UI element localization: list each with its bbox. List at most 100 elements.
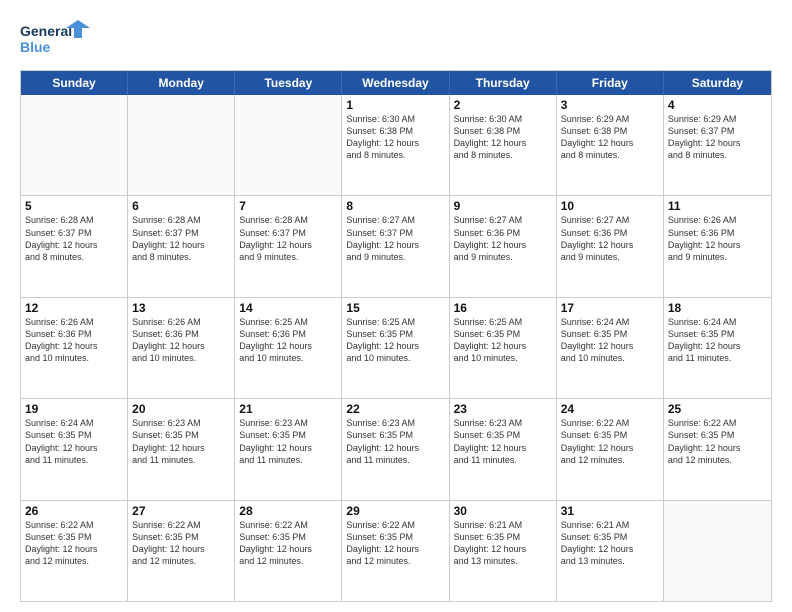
day-info: Sunrise: 6:23 AM Sunset: 6:35 PM Dayligh… <box>454 417 552 466</box>
calendar-day-cell: 12Sunrise: 6:26 AM Sunset: 6:36 PM Dayli… <box>21 298 128 398</box>
day-info: Sunrise: 6:23 AM Sunset: 6:35 PM Dayligh… <box>239 417 337 466</box>
calendar-day-cell: 13Sunrise: 6:26 AM Sunset: 6:36 PM Dayli… <box>128 298 235 398</box>
day-number: 30 <box>454 504 552 518</box>
day-number: 6 <box>132 199 230 213</box>
calendar-day-cell: 24Sunrise: 6:22 AM Sunset: 6:35 PM Dayli… <box>557 399 664 499</box>
calendar-day-cell: 9Sunrise: 6:27 AM Sunset: 6:36 PM Daylig… <box>450 196 557 296</box>
day-number: 27 <box>132 504 230 518</box>
calendar-row: 19Sunrise: 6:24 AM Sunset: 6:35 PM Dayli… <box>21 399 771 500</box>
calendar-day-cell: 1Sunrise: 6:30 AM Sunset: 6:38 PM Daylig… <box>342 95 449 195</box>
day-number: 25 <box>668 402 767 416</box>
calendar-day-cell: 28Sunrise: 6:22 AM Sunset: 6:35 PM Dayli… <box>235 501 342 601</box>
calendar-empty-cell <box>128 95 235 195</box>
day-info: Sunrise: 6:25 AM Sunset: 6:35 PM Dayligh… <box>454 316 552 365</box>
svg-text:General: General <box>20 23 72 39</box>
calendar-day-cell: 4Sunrise: 6:29 AM Sunset: 6:37 PM Daylig… <box>664 95 771 195</box>
day-info: Sunrise: 6:27 AM Sunset: 6:36 PM Dayligh… <box>561 214 659 263</box>
day-number: 1 <box>346 98 444 112</box>
day-number: 17 <box>561 301 659 315</box>
weekday-header: Friday <box>557 71 664 95</box>
weekday-header: Monday <box>128 71 235 95</box>
calendar-empty-cell <box>235 95 342 195</box>
calendar-day-cell: 19Sunrise: 6:24 AM Sunset: 6:35 PM Dayli… <box>21 399 128 499</box>
day-info: Sunrise: 6:25 AM Sunset: 6:36 PM Dayligh… <box>239 316 337 365</box>
day-number: 3 <box>561 98 659 112</box>
calendar-body: 1 Sunrise: 6:30 AM Sunset: 6:38 PM Daylig… <box>21 95 771 601</box>
day-number: 15 <box>346 301 444 315</box>
day-number: 26 <box>25 504 123 518</box>
day-info: Sunrise: 6:22 AM Sunset: 6:35 PM Dayligh… <box>668 417 767 466</box>
calendar-day-cell: 3Sunrise: 6:29 AM Sunset: 6:38 PM Daylig… <box>557 95 664 195</box>
day-number: 4 <box>668 98 767 112</box>
calendar-day-cell: 20Sunrise: 6:23 AM Sunset: 6:35 PM Dayli… <box>128 399 235 499</box>
day-info: Sunrise: 6:22 AM Sunset: 6:35 PM Dayligh… <box>346 519 444 568</box>
weekday-header: Sunday <box>21 71 128 95</box>
calendar-row: 26Sunrise: 6:22 AM Sunset: 6:35 PM Dayli… <box>21 501 771 601</box>
day-number: 23 <box>454 402 552 416</box>
calendar-empty-cell <box>21 95 128 195</box>
page: General Blue SundayMondayTuesdayWednesda… <box>0 0 792 612</box>
calendar-day-cell: 14Sunrise: 6:25 AM Sunset: 6:36 PM Dayli… <box>235 298 342 398</box>
day-number: 28 <box>239 504 337 518</box>
calendar-day-cell: 2Sunrise: 6:30 AM Sunset: 6:38 PM Daylig… <box>450 95 557 195</box>
weekday-header: Tuesday <box>235 71 342 95</box>
day-number: 10 <box>561 199 659 213</box>
day-number: 24 <box>561 402 659 416</box>
day-info: Sunrise: 6:26 AM Sunset: 6:36 PM Dayligh… <box>132 316 230 365</box>
day-info: Sunrise: 6:29 AM Sunset: 6:37 PM Dayligh… <box>668 113 767 162</box>
logo-svg: General Blue <box>20 18 90 60</box>
day-info: Sunrise: 6:23 AM Sunset: 6:35 PM Dayligh… <box>132 417 230 466</box>
day-number: 11 <box>668 199 767 213</box>
calendar-day-cell: 15Sunrise: 6:25 AM Sunset: 6:35 PM Dayli… <box>342 298 449 398</box>
calendar-day-cell: 27Sunrise: 6:22 AM Sunset: 6:35 PM Dayli… <box>128 501 235 601</box>
day-info: Sunrise: 6:24 AM Sunset: 6:35 PM Dayligh… <box>668 316 767 365</box>
calendar-day-cell: 6Sunrise: 6:28 AM Sunset: 6:37 PM Daylig… <box>128 196 235 296</box>
day-number: 29 <box>346 504 444 518</box>
day-info: Sunrise: 6:26 AM Sunset: 6:36 PM Dayligh… <box>668 214 767 263</box>
day-info: Sunrise: 6:23 AM Sunset: 6:35 PM Dayligh… <box>346 417 444 466</box>
header: General Blue <box>20 18 772 60</box>
day-info: Sunrise: 6:22 AM Sunset: 6:35 PM Dayligh… <box>561 417 659 466</box>
day-info: Sunrise: 6:24 AM Sunset: 6:35 PM Dayligh… <box>561 316 659 365</box>
day-number: 14 <box>239 301 337 315</box>
calendar-day-cell: 29Sunrise: 6:22 AM Sunset: 6:35 PM Dayli… <box>342 501 449 601</box>
calendar-row: 5Sunrise: 6:28 AM Sunset: 6:37 PM Daylig… <box>21 196 771 297</box>
day-number: 20 <box>132 402 230 416</box>
calendar-day-cell: 21Sunrise: 6:23 AM Sunset: 6:35 PM Dayli… <box>235 399 342 499</box>
calendar-day-cell: 16Sunrise: 6:25 AM Sunset: 6:35 PM Dayli… <box>450 298 557 398</box>
calendar-header: SundayMondayTuesdayWednesdayThursdayFrid… <box>21 71 771 95</box>
day-info: Sunrise: 6:22 AM Sunset: 6:35 PM Dayligh… <box>25 519 123 568</box>
day-number: 8 <box>346 199 444 213</box>
day-info: Sunrise: 6:28 AM Sunset: 6:37 PM Dayligh… <box>25 214 123 263</box>
day-number: 7 <box>239 199 337 213</box>
day-number: 22 <box>346 402 444 416</box>
day-info: Sunrise: 6:28 AM Sunset: 6:37 PM Dayligh… <box>132 214 230 263</box>
weekday-header: Wednesday <box>342 71 449 95</box>
calendar-day-cell: 30Sunrise: 6:21 AM Sunset: 6:35 PM Dayli… <box>450 501 557 601</box>
calendar-day-cell: 31Sunrise: 6:21 AM Sunset: 6:35 PM Dayli… <box>557 501 664 601</box>
day-number: 19 <box>25 402 123 416</box>
day-info: Sunrise: 6:21 AM Sunset: 6:35 PM Dayligh… <box>454 519 552 568</box>
day-info: Sunrise: 6:22 AM Sunset: 6:35 PM Dayligh… <box>132 519 230 568</box>
calendar-day-cell: 8Sunrise: 6:27 AM Sunset: 6:37 PM Daylig… <box>342 196 449 296</box>
day-number: 18 <box>668 301 767 315</box>
day-info: Sunrise: 6:28 AM Sunset: 6:37 PM Dayligh… <box>239 214 337 263</box>
day-info: Sunrise: 6:27 AM Sunset: 6:36 PM Dayligh… <box>454 214 552 263</box>
day-info: Sunrise: 6:30 AM Sunset: 6:38 PM Dayligh… <box>454 113 552 162</box>
day-info: Sunrise: 6:25 AM Sunset: 6:35 PM Dayligh… <box>346 316 444 365</box>
day-info: Sunrise: 6:24 AM Sunset: 6:35 PM Dayligh… <box>25 417 123 466</box>
day-number: 16 <box>454 301 552 315</box>
calendar-day-cell: 17Sunrise: 6:24 AM Sunset: 6:35 PM Dayli… <box>557 298 664 398</box>
calendar-day-cell: 23Sunrise: 6:23 AM Sunset: 6:35 PM Dayli… <box>450 399 557 499</box>
logo: General Blue <box>20 18 90 60</box>
calendar-row: 12Sunrise: 6:26 AM Sunset: 6:36 PM Dayli… <box>21 298 771 399</box>
calendar-day-cell: 18Sunrise: 6:24 AM Sunset: 6:35 PM Dayli… <box>664 298 771 398</box>
day-number: 9 <box>454 199 552 213</box>
day-info: Sunrise: 6:26 AM Sunset: 6:36 PM Dayligh… <box>25 316 123 365</box>
day-number: 12 <box>25 301 123 315</box>
day-info: Sunrise: 6:29 AM Sunset: 6:38 PM Dayligh… <box>561 113 659 162</box>
day-number: 5 <box>25 199 123 213</box>
day-number: 2 <box>454 98 552 112</box>
day-number: 13 <box>132 301 230 315</box>
day-number: 31 <box>561 504 659 518</box>
